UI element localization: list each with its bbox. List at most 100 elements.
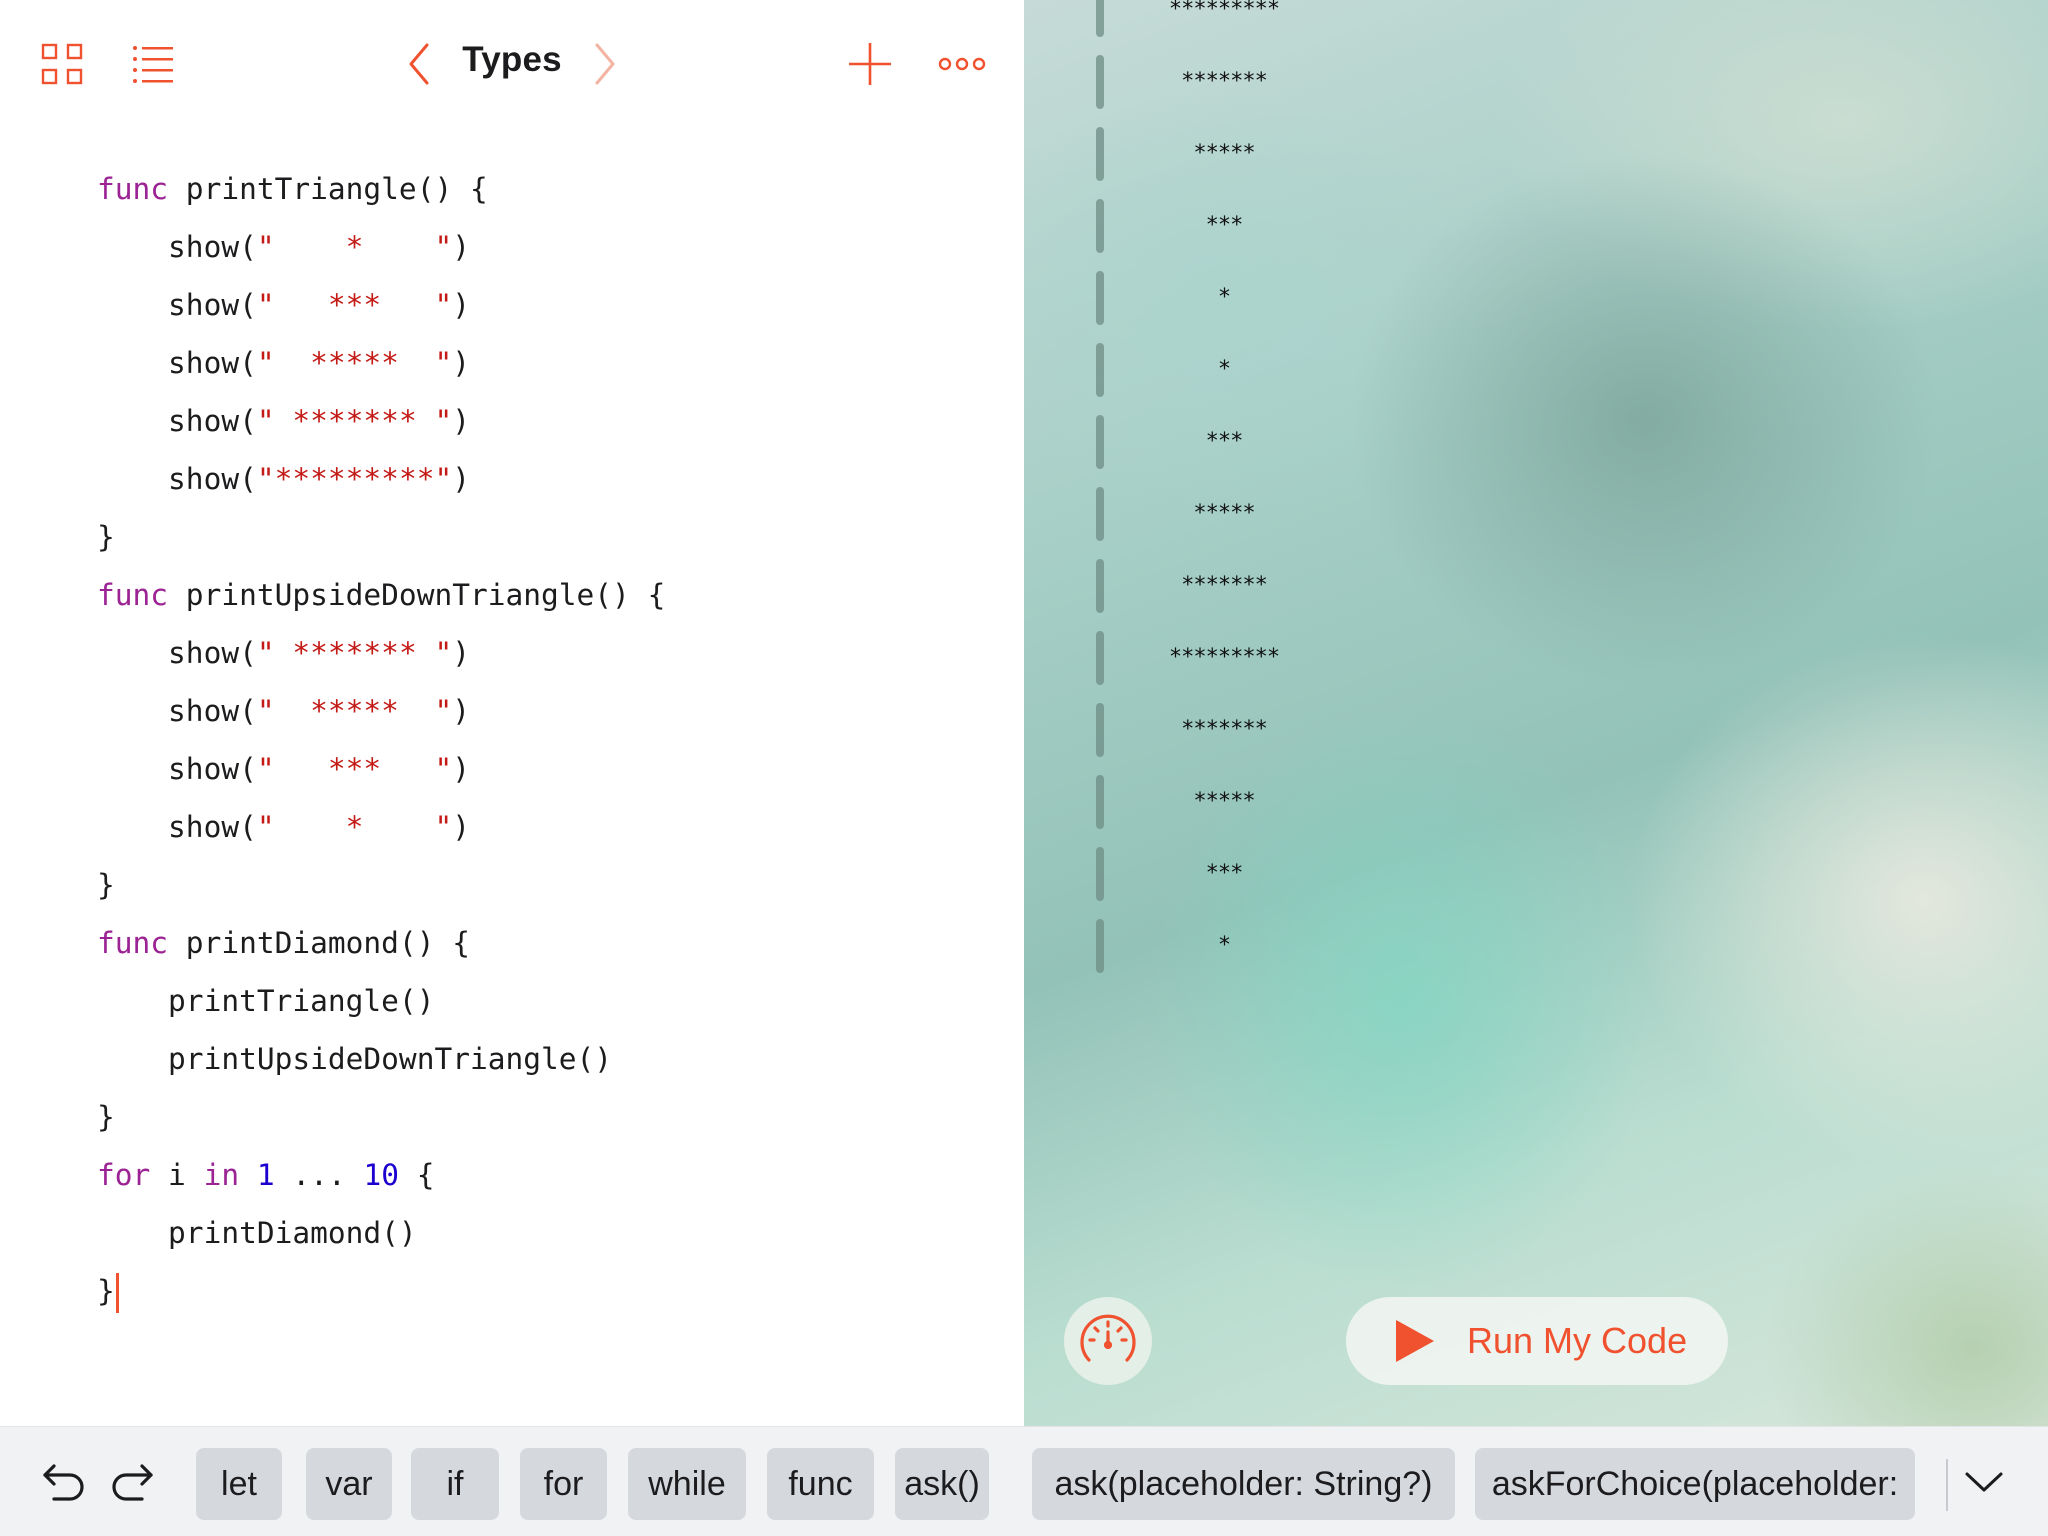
output-row: ***** — [1024, 478, 2048, 550]
code-line: printUpsideDownTriangle() — [97, 1030, 665, 1088]
code-token: printUpsideDownTriangle() { — [168, 578, 666, 612]
output-row: ******* — [1024, 694, 2048, 766]
shortcut-key-while[interactable]: while — [628, 1448, 746, 1520]
output-row-marker — [1096, 703, 1104, 757]
code-line: } — [97, 1262, 665, 1320]
shortcut-key-var[interactable]: var — [306, 1448, 392, 1520]
code-line: show(" ******* ") — [97, 624, 665, 682]
run-button-label: Run My Code — [1467, 1320, 1688, 1361]
output-row-text: ***** — [1193, 141, 1255, 166]
code-token: printTriangle() — [97, 984, 435, 1018]
code-token: i — [150, 1158, 204, 1192]
more-icon[interactable] — [934, 36, 990, 92]
redo-icon[interactable] — [104, 1457, 160, 1507]
code-token: show( — [97, 694, 257, 728]
code-string: " ******* " — [256, 404, 453, 438]
output-row-marker — [1096, 199, 1104, 253]
output-row: *** — [1024, 190, 2048, 262]
code-text-area[interactable]: func printTriangle() { show(" * ") show(… — [97, 160, 665, 1320]
code-token: ) — [452, 346, 470, 380]
code-keyword: in — [203, 1158, 240, 1192]
output-row-text: * — [1217, 285, 1231, 310]
output-row-marker — [1096, 127, 1104, 181]
output-row-text: *** — [1205, 213, 1244, 238]
code-token: } — [97, 520, 115, 554]
shortcut-key-for[interactable]: for — [520, 1448, 607, 1520]
output-row: *** — [1024, 406, 2048, 478]
code-token: } — [97, 1100, 115, 1134]
play-icon — [1396, 1320, 1434, 1362]
navigation-bar: Types — [0, 0, 1024, 130]
shortcut-key-ask-placeholder[interactable]: ask(placeholder: String?) — [1032, 1448, 1455, 1520]
output-row-text: ******* — [1181, 69, 1268, 94]
code-token: show( — [97, 230, 257, 264]
divider — [1946, 1459, 1948, 1511]
output-row-text: * — [1217, 357, 1231, 382]
output-row: * — [1024, 910, 2048, 982]
output-row: ***** — [1024, 766, 2048, 838]
code-line: for i in 1 ... 10 { — [97, 1146, 665, 1204]
output-row-marker — [1096, 847, 1104, 901]
code-token: show( — [97, 810, 257, 844]
run-my-code-button[interactable]: Run My Code — [1346, 1297, 1728, 1385]
code-line: show(" *** ") — [97, 740, 665, 798]
speedometer-icon — [1080, 1314, 1136, 1362]
output-row-marker — [1096, 55, 1104, 109]
output-row-marker — [1096, 775, 1104, 829]
forward-chevron-icon[interactable] — [576, 36, 632, 92]
output-row: * — [1024, 334, 2048, 406]
code-line: } — [97, 856, 665, 914]
code-token: printDiamond() — [97, 1216, 417, 1250]
undo-icon[interactable] — [36, 1457, 92, 1507]
code-line: func printUpsideDownTriangle() { — [97, 566, 665, 624]
code-token: show( — [97, 346, 257, 380]
output-row: ********* — [1024, 622, 2048, 694]
code-number: 10 — [363, 1158, 399, 1192]
code-token: ... — [274, 1158, 364, 1192]
code-token: ) — [452, 810, 470, 844]
code-line: printDiamond() — [97, 1204, 665, 1262]
code-string: " ***** " — [256, 694, 453, 728]
speed-control-button[interactable] — [1064, 1297, 1152, 1385]
output-row-text: *** — [1205, 429, 1244, 454]
shortcut-bar: let var if for while func ask() ask(placeholder… — [0, 1426, 2048, 1536]
output-row-marker — [1096, 631, 1104, 685]
text-cursor — [115, 1272, 119, 1313]
code-token: ) — [452, 404, 470, 438]
code-token: } — [97, 1274, 115, 1308]
shortcut-key-if[interactable]: if — [411, 1448, 499, 1520]
code-token: show( — [97, 636, 257, 670]
code-token: ) — [452, 694, 470, 728]
code-token: show( — [97, 752, 257, 786]
code-token: printDiamond() { — [168, 926, 470, 960]
output-row-marker — [1096, 487, 1104, 541]
shortcut-key-ask-for-choice[interactable]: askForChoice(placeholder: — [1475, 1448, 1915, 1520]
code-line: show(" * ") — [97, 798, 665, 856]
output-row-marker — [1096, 415, 1104, 469]
plus-icon[interactable] — [842, 36, 898, 92]
code-keyword: for — [97, 1158, 151, 1192]
code-editor-pane: Types func printTriangle() { show(" * ")… — [0, 0, 1024, 1426]
code-token: show( — [97, 462, 257, 496]
code-line: } — [97, 508, 665, 566]
code-string: " *** " — [256, 752, 453, 786]
output-row-text: * — [1217, 933, 1231, 958]
code-token: ) — [452, 752, 470, 786]
output-row-text: ***** — [1193, 501, 1255, 526]
code-token: } — [97, 868, 115, 902]
shortcut-key-func[interactable]: func — [767, 1448, 874, 1520]
code-keyword: func — [97, 172, 169, 206]
code-string: " * " — [256, 230, 453, 264]
shortcut-key-ask[interactable]: ask() — [895, 1448, 989, 1520]
code-string: "*********" — [256, 462, 453, 496]
code-token: ) — [452, 230, 470, 264]
output-row-text: ********* — [1168, 0, 1280, 22]
shortcut-key-let[interactable]: let — [196, 1448, 282, 1520]
output-row: * — [1024, 262, 2048, 334]
code-token: ) — [452, 288, 470, 322]
output-row: *** — [1024, 838, 2048, 910]
chevron-down-icon[interactable] — [1956, 1457, 2012, 1507]
code-line: show(" *** ") — [97, 276, 665, 334]
code-line: show(" ***** ") — [97, 682, 665, 740]
